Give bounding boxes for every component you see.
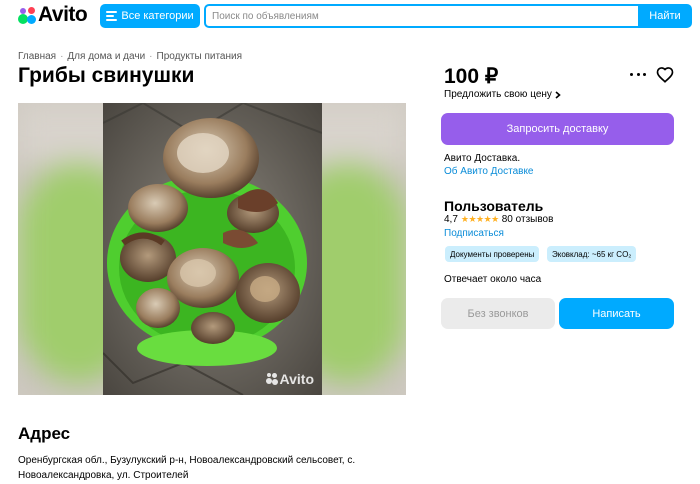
breadcrumb: Главная · Для дома и дачи · Продукты пит… bbox=[18, 51, 242, 62]
breadcrumb-separator: · bbox=[149, 51, 153, 62]
more-options-icon[interactable] bbox=[630, 71, 646, 77]
watermark-text: Avito bbox=[279, 371, 314, 387]
mushroom-photo: Avito bbox=[103, 103, 322, 395]
logo-text: Avito bbox=[38, 3, 88, 26]
reply-time: Отвечает около часа bbox=[444, 274, 542, 285]
seller-rating: 4,7 ★★★★★ 80 отзывов bbox=[444, 214, 553, 225]
address-line: Оренбургская обл., Бузулукский р-н, Ново… bbox=[18, 455, 356, 466]
write-message-button[interactable]: Написать bbox=[559, 298, 674, 329]
no-calls-button: Без звонков bbox=[441, 298, 555, 329]
price: 100 ₽ bbox=[444, 65, 499, 88]
all-categories-label: Все категории bbox=[121, 10, 194, 22]
listing-title: Грибы свинушки bbox=[18, 64, 195, 87]
documents-verified-badge[interactable]: Документы проверены bbox=[445, 246, 540, 262]
reviews-link[interactable]: 80 отзывов bbox=[502, 214, 554, 225]
breadcrumb-item-food[interactable]: Продукты питания bbox=[157, 51, 243, 62]
chevron-right-icon bbox=[555, 90, 561, 99]
address-line: Новоалександровка, ул. Строителей bbox=[18, 470, 189, 481]
top-header: Avito Все категории Поиск по объявлениям… bbox=[0, 0, 700, 32]
breadcrumb-separator: · bbox=[60, 51, 64, 62]
watermark-logo-icon bbox=[265, 373, 278, 385]
subscribe-link[interactable]: Подписаться bbox=[444, 228, 504, 239]
request-delivery-button[interactable]: Запросить доставку bbox=[441, 113, 674, 145]
rating-value: 4,7 bbox=[444, 214, 458, 225]
rating-stars-icon: ★★★★★ bbox=[460, 214, 499, 224]
avito-logo[interactable]: Avito bbox=[18, 3, 88, 27]
breadcrumb-item-home[interactable]: Главная bbox=[18, 51, 56, 62]
about-delivery-link[interactable]: Об Авито Доставке bbox=[444, 166, 534, 177]
avito-delivery-text: Авито Доставка. bbox=[444, 153, 521, 164]
avito-watermark: Avito bbox=[265, 371, 314, 387]
categories-icon bbox=[106, 11, 118, 21]
address-heading: Адрес bbox=[18, 424, 71, 443]
search-input[interactable]: Поиск по объявлениям bbox=[204, 4, 640, 28]
favorite-heart-icon[interactable] bbox=[656, 66, 674, 84]
eco-contribution-badge[interactable]: Эковклад: ~65 кг CO₂ bbox=[547, 246, 637, 262]
search-placeholder: Поиск по объявлениям bbox=[212, 10, 319, 22]
search-button[interactable]: Найти bbox=[638, 4, 692, 28]
listing-photo[interactable]: Avito bbox=[18, 103, 406, 395]
offer-price-label: Предложить свою цену bbox=[444, 89, 552, 100]
breadcrumb-item-home-garden[interactable]: Для дома и дачи bbox=[67, 51, 145, 62]
avito-logo-icon bbox=[18, 6, 36, 24]
seller-name[interactable]: Пользователь bbox=[444, 198, 543, 214]
all-categories-button[interactable]: Все категории bbox=[100, 4, 200, 28]
offer-price-link[interactable]: Предложить свою цену bbox=[444, 89, 561, 100]
